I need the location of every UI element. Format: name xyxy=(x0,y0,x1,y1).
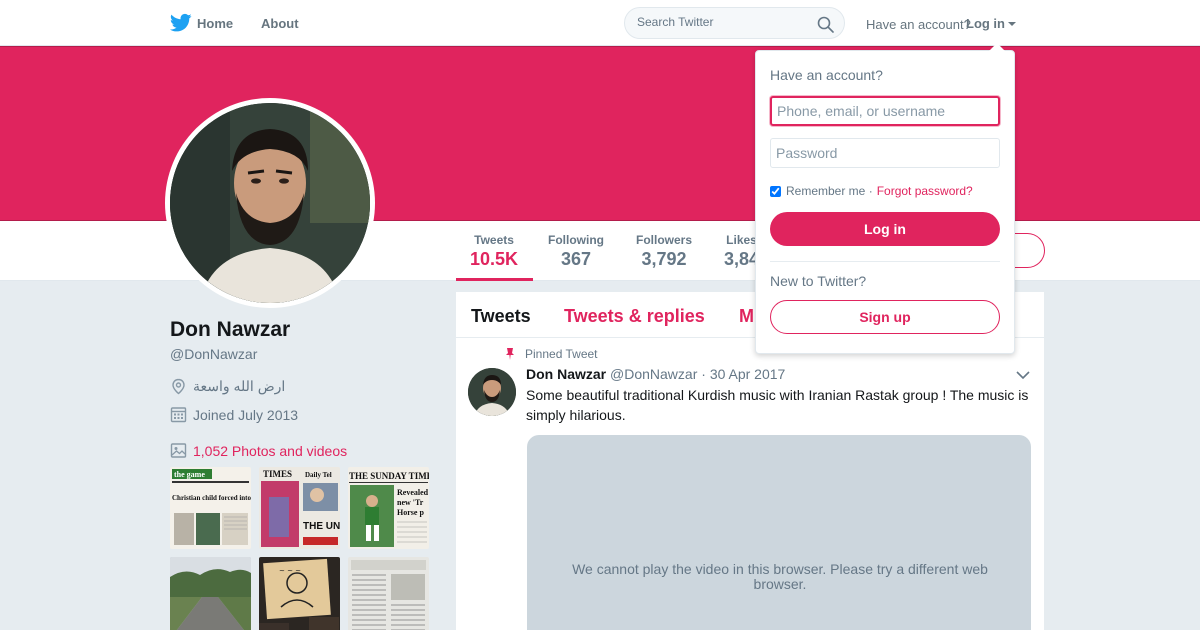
location-text: ارض الله واسعة xyxy=(193,378,286,394)
stat-label: Tweets xyxy=(474,233,514,247)
stat-tweets[interactable]: Tweets 10.5K xyxy=(470,233,518,270)
stat-following[interactable]: Following 367 xyxy=(548,233,604,270)
tab-tweets[interactable]: Tweets xyxy=(471,306,531,327)
twitter-bird-icon xyxy=(170,13,192,32)
svg-text:Revealed: Revealed xyxy=(397,488,429,497)
signup-button[interactable]: Sign up xyxy=(770,300,1000,334)
stat-value: 3,84 xyxy=(724,249,760,269)
login-dropdown-toggle[interactable]: Log in xyxy=(966,16,1016,31)
stat-followers[interactable]: Followers 3,792 xyxy=(636,233,692,270)
photo-thumbnail[interactable] xyxy=(170,557,251,630)
photo-grid: the game Christian child forced into Mus… xyxy=(170,467,430,630)
about-link[interactable]: About xyxy=(261,16,299,31)
tweet-header: Don Nawzar @DonNawzar · 30 Apr 2017 xyxy=(526,366,785,382)
thumb-headline: THE SUNDAY TIMES xyxy=(349,471,429,481)
stat-likes[interactable]: Likes 3,84 xyxy=(724,233,759,270)
tweet-text: Some beautiful traditional Kurdish music… xyxy=(526,387,1029,423)
svg-text:the game: the game xyxy=(174,470,205,479)
profile-handle[interactable]: @DonNawzar xyxy=(170,346,257,362)
home-label: Home xyxy=(197,15,234,31)
pin-icon xyxy=(506,348,514,360)
login-toggle-label: Log in xyxy=(966,16,1005,31)
username-input[interactable] xyxy=(770,96,1000,126)
svg-text:Daily Tel: Daily Tel xyxy=(305,471,332,479)
photo-icon xyxy=(170,443,187,458)
tweet-date[interactable]: · 30 Apr 2017 xyxy=(701,366,785,382)
remember-me-checkbox[interactable] xyxy=(770,185,781,197)
divider xyxy=(770,261,1000,262)
tweet-author-name[interactable]: Don Nawzar xyxy=(526,366,606,382)
search-icon[interactable] xyxy=(817,16,834,33)
pinned-tweet-label: Pinned Tweet xyxy=(505,347,598,361)
stat-label: Followers xyxy=(636,233,693,247)
forgot-password-link[interactable]: Forgot password? xyxy=(877,184,973,198)
remember-me-label: Remember me · xyxy=(786,184,873,198)
top-navigation-bar: Home About Have an account? Log in xyxy=(0,0,1200,46)
password-input[interactable] xyxy=(770,138,1000,168)
stat-value: 367 xyxy=(560,249,592,269)
photo-thumbnail[interactable]: THE SUNDAY TIMES Revealed new 'Tr Horse … xyxy=(348,467,429,549)
photo-thumbnail[interactable]: ~ ~ ~ xyxy=(259,557,340,630)
stat-label: Following xyxy=(548,233,604,247)
search-input[interactable] xyxy=(637,15,807,29)
tab-media[interactable]: M xyxy=(739,306,754,327)
have-account-text: Have an account? xyxy=(866,17,971,32)
chevron-down-icon[interactable] xyxy=(1016,370,1030,380)
profile-location: ارض الله واسعة xyxy=(170,378,285,395)
photo-thumbnail[interactable]: TIMES Daily Tel THE UN MUFTI xyxy=(259,467,340,549)
svg-text:~ ~ ~: ~ ~ ~ xyxy=(279,567,301,575)
new-to-twitter-text: New to Twitter? xyxy=(770,273,867,289)
photos-videos-label: 1,052 Photos and videos xyxy=(193,442,348,459)
profile-name[interactable]: Don Nawzar xyxy=(170,318,290,342)
tweet-video-player[interactable]: We cannot play the video in this browser… xyxy=(527,435,1031,630)
stat-label: Likes xyxy=(726,233,757,247)
login-dropdown-title: Have an account? xyxy=(770,67,883,83)
tweet-author-handle[interactable]: @DonNawzar xyxy=(610,366,697,382)
thumb-headline: THE UN MUFTI xyxy=(303,521,340,532)
svg-text:new 'Tr: new 'Tr xyxy=(397,498,424,507)
photo-thumbnail[interactable]: the game Christian child forced into Mus… xyxy=(170,467,251,549)
tweet-author-avatar[interactable] xyxy=(468,368,516,416)
photos-videos-link[interactable]: 1,052 Photos and videos xyxy=(170,442,347,459)
tab-tweets-and-replies[interactable]: Tweets & replies xyxy=(564,306,705,327)
svg-text:Horse p: Horse p xyxy=(397,508,424,517)
thumb-headline: Christian child forced into Muslim foste… xyxy=(172,494,251,502)
video-unsupported-message: We cannot play the video in this browser… xyxy=(572,561,988,592)
location-pin-icon xyxy=(172,378,185,395)
svg-text:TIMES: TIMES xyxy=(263,469,292,479)
remember-me-row: Remember me · Forgot password? xyxy=(770,184,973,198)
caret-down-icon xyxy=(1008,21,1016,26)
joined-text: Joined July 2013 xyxy=(193,406,299,423)
calendar-icon xyxy=(170,407,187,423)
pinned-text: Pinned Tweet xyxy=(525,347,598,361)
photo-thumbnail[interactable] xyxy=(348,557,429,630)
stat-value: 10.5K xyxy=(470,249,519,269)
search-box xyxy=(624,7,845,39)
login-button[interactable]: Log in xyxy=(770,212,1000,246)
avatar-photo xyxy=(170,103,370,303)
profile-avatar[interactable] xyxy=(165,98,375,308)
profile-joined: Joined July 2013 xyxy=(170,406,298,423)
home-link[interactable]: Home xyxy=(170,13,233,33)
login-dropdown: Have an account? Remember me · Forgot pa… xyxy=(755,43,1015,354)
active-stat-indicator xyxy=(456,278,533,281)
person-portrait-image xyxy=(170,103,370,303)
stat-value: 3,792 xyxy=(641,249,687,269)
